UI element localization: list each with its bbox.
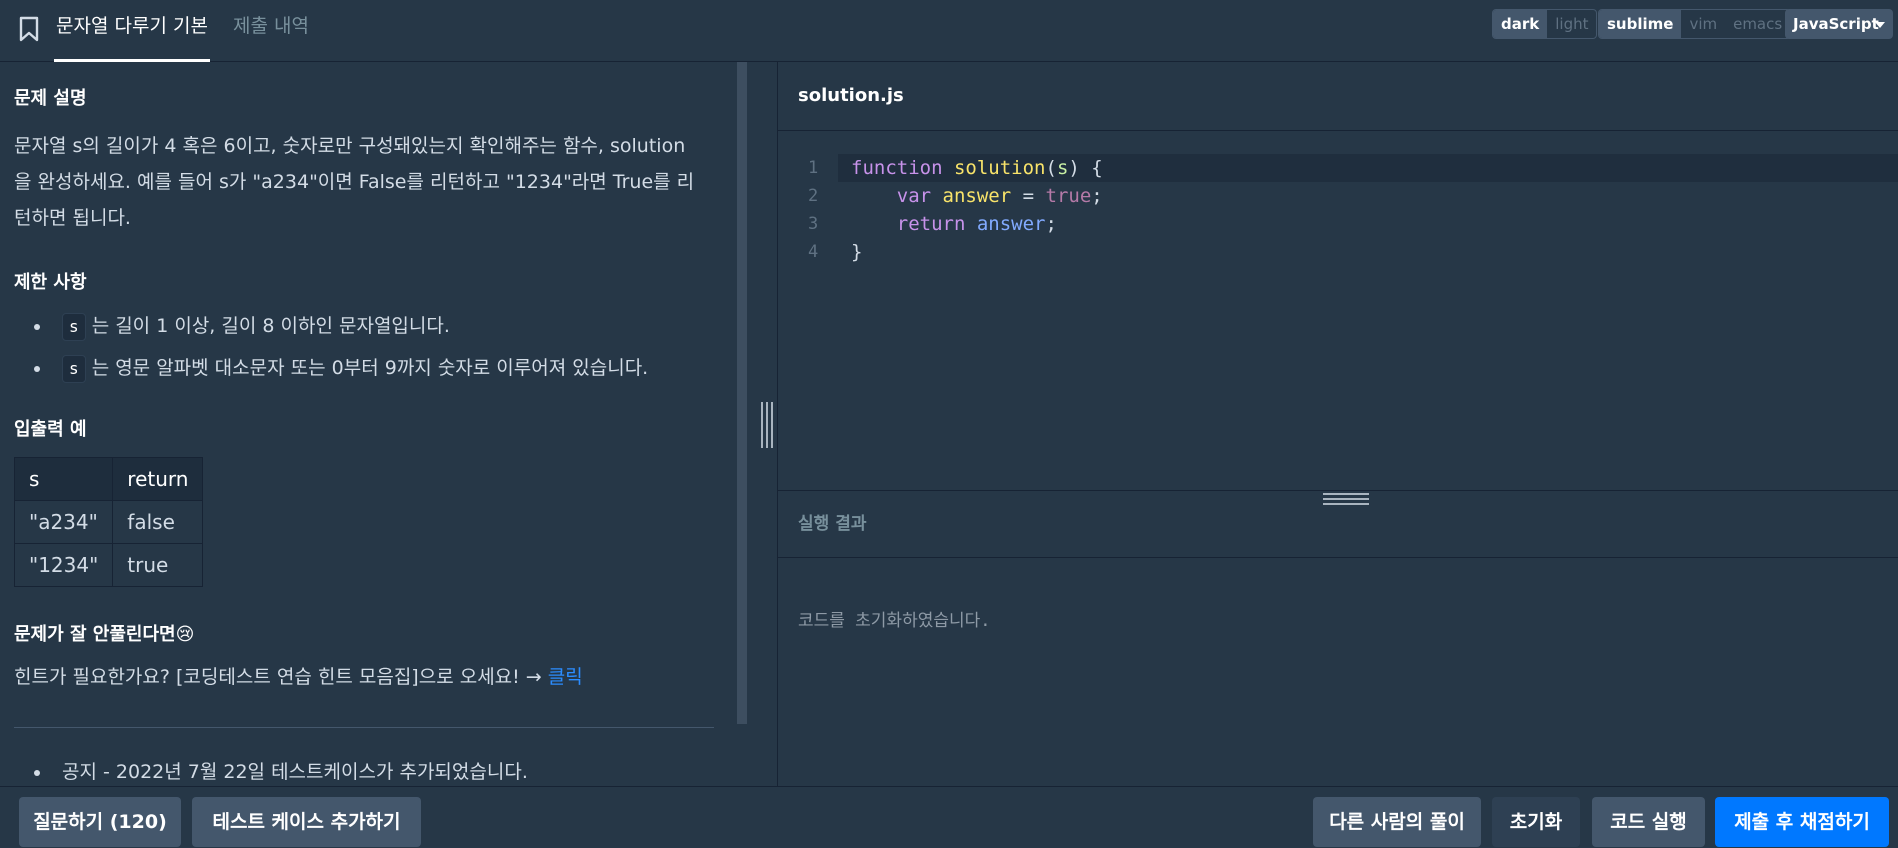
result-panel: 실행 결과 코드를 초기화하였습니다. [777, 490, 1898, 787]
divider [14, 727, 714, 728]
constraint-item: s 는 길이 1 이상, 길이 8 이하인 문자열입니다. [34, 311, 450, 341]
bookmark-icon[interactable] [18, 16, 40, 42]
others-solution-button[interactable]: 다른 사람의 풀이 [1313, 797, 1481, 847]
panel-splitter[interactable] [747, 62, 777, 786]
table-header-cell: return [112, 457, 204, 501]
line-number: 3 [808, 214, 819, 234]
help-text: 힌트가 필요한가요? [코딩테스트 연습 힌트 모음집]으로 오세요! → [14, 666, 548, 688]
keymap-emacs-option[interactable]: emacs [1725, 10, 1790, 38]
table-header-row: s return [13, 457, 204, 501]
line-number: 2 [808, 186, 819, 206]
section-help-title: 문제가 잘 안풀린다면😢 [14, 624, 195, 645]
table-header-cell: s [13, 457, 114, 501]
bullet-icon [34, 366, 40, 372]
table-cell: "a234" [13, 500, 114, 544]
table-cell: "1234" [13, 543, 114, 587]
problem-panel: 문제 설명 문자열 s의 길이가 4 혹은 6이고, 숫자로만 구성돼있는지 확… [0, 62, 740, 786]
code-line[interactable]: 3 return answer; [778, 210, 1898, 238]
tab-problem[interactable]: 문자열 다루기 기본 [54, 0, 210, 62]
code-line[interactable]: 1 function solution(s) { [808, 154, 1898, 182]
keymap-sublime-option[interactable]: sublime [1599, 10, 1682, 38]
inline-code: s [62, 313, 86, 341]
drag-handle-icon[interactable] [1323, 493, 1369, 505]
code-text[interactable]: return answer; [851, 210, 1057, 238]
theme-dark-option[interactable]: dark [1493, 10, 1548, 38]
result-title: 실행 결과 [798, 514, 867, 534]
constraint-text: 는 영문 알파벳 대소문자 또는 0부터 9까지 숫자로 이루어져 있습니다. [91, 357, 649, 379]
tab-submission-history[interactable]: 제출 내역 [233, 0, 309, 62]
problem-description-line-1: 문자열 s의 길이가 4 혹은 6이고, 숫자로만 구성돼있는지 확인해주는 함… [14, 135, 686, 157]
problem-description-line-2: 을 완성하세요. 예를 들어 s가 "a234"이면 False를 리턴하고 "… [14, 171, 695, 193]
help-text-line: 힌트가 필요한가요? [코딩테스트 연습 힌트 모음집]으로 오세요! → 클릭 [14, 659, 714, 695]
bullet-icon [34, 770, 40, 776]
code-text[interactable]: function solution(s) { [851, 154, 1103, 182]
code-line[interactable]: 4 } [778, 238, 1898, 266]
line-number: 1 [808, 158, 819, 178]
table-cell: false [112, 500, 204, 544]
result-message: 코드를 초기화하였습니다. [798, 611, 991, 631]
theme-toggle: dark light [1492, 9, 1598, 39]
examples-table: s return "a234" false "1234" true [13, 457, 204, 587]
theme-light-option[interactable]: light [1547, 10, 1596, 38]
code-text[interactable]: var answer = true; [851, 182, 1103, 210]
line-number: 4 [808, 242, 819, 262]
code-editor-panel: solution.js 1 function solution(s) { 2 v… [777, 62, 1898, 490]
add-testcase-button[interactable]: 테스트 케이스 추가하기 [192, 797, 421, 847]
drag-handle-icon[interactable] [761, 402, 773, 448]
editor-filename: solution.js [798, 85, 904, 106]
constraint-text: 는 길이 1 이상, 길이 8 이하인 문자열입니다. [91, 315, 450, 337]
reset-button[interactable]: 초기화 [1492, 797, 1580, 847]
question-button[interactable]: 질문하기 (120) [19, 797, 181, 847]
bullet-icon [34, 324, 40, 330]
problem-description-line-3: 턴하면 됩니다. [14, 207, 131, 229]
language-label: JavaScript [1793, 15, 1879, 33]
language-select[interactable]: JavaScript [1785, 9, 1893, 39]
notice-text: 공지 - 2022년 7월 22일 테스트케이스가 추가되었습니다. [62, 761, 528, 783]
bottom-bar: 질문하기 (120) 테스트 케이스 추가하기 다른 사람의 풀이 초기화 코드… [0, 786, 1898, 848]
inline-code: s [62, 355, 86, 383]
section-examples-title: 입출력 예 [14, 419, 87, 440]
code-line[interactable]: 2 var answer = true; [778, 182, 1898, 210]
top-bar: 문자열 다루기 기본 제출 내역 dark light sublime vim … [0, 0, 1898, 62]
help-link[interactable]: 클릭 [548, 666, 583, 688]
run-code-button[interactable]: 코드 실행 [1592, 797, 1705, 847]
chevron-down-icon [1875, 22, 1885, 28]
section-constraints-title: 제한 사항 [14, 272, 87, 293]
section-description-title: 문제 설명 [14, 88, 87, 109]
problem-scrollbar[interactable] [737, 62, 747, 724]
constraint-item: s 는 영문 알파벳 대소문자 또는 0부터 9까지 숫자로 이루어져 있습니다… [34, 353, 649, 383]
table-row: "1234" true [13, 543, 204, 587]
divider [778, 130, 1898, 131]
code-editor[interactable]: 1 function solution(s) { 2 var answer = … [778, 154, 1898, 266]
table-row: "a234" false [13, 500, 204, 544]
submit-button[interactable]: 제출 후 채점하기 [1715, 797, 1889, 847]
keymap-vim-option[interactable]: vim [1681, 10, 1725, 38]
keymap-toggle: sublime vim emacs [1598, 9, 1792, 39]
notice-item: 공지 - 2022년 7월 22일 테스트케이스가 추가되었습니다. [34, 757, 528, 786]
code-text[interactable]: } [851, 238, 862, 266]
divider [778, 557, 1898, 558]
table-cell: true [112, 543, 204, 587]
